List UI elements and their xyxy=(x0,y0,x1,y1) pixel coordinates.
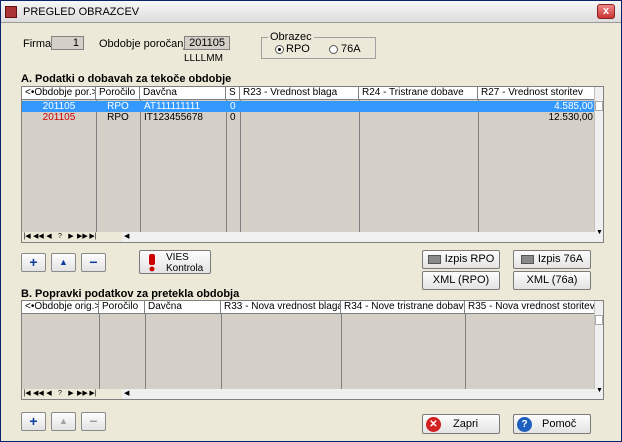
grid-b: <•Obdobje orig.> Poročilo Davčna R33 - N… xyxy=(21,300,604,400)
nav-next-page[interactable]: ▶▶ xyxy=(77,389,88,399)
nav-search[interactable]: ? xyxy=(55,389,65,399)
izpis-rpo-button[interactable]: Izpis RPO xyxy=(422,250,500,269)
nav-prev-page[interactable]: ◀◀ xyxy=(33,232,44,242)
remove-button-b[interactable]: − xyxy=(81,412,106,431)
col-r23[interactable]: R23 - Vrednost blaga xyxy=(240,87,359,100)
error-icon: ✕ xyxy=(426,417,441,432)
nav-next-page[interactable]: ▶▶ xyxy=(77,232,88,242)
printer-icon xyxy=(520,254,534,264)
radio-76a-label: 76A xyxy=(341,43,361,55)
col-r27[interactable]: R27 - Vrednost storitev xyxy=(478,87,595,100)
cell-obdobje: 201105 xyxy=(42,101,76,112)
col-r24[interactable]: R24 - Tristrane dobave xyxy=(359,87,478,100)
nav-last[interactable]: ▶| xyxy=(88,389,98,399)
grid-b-vscroll[interactable]: ▼ xyxy=(594,301,603,399)
help-icon: ? xyxy=(517,417,532,432)
nav-prev-page[interactable]: ◀◀ xyxy=(33,389,44,399)
cell-r27: 12.530,00 xyxy=(548,112,594,123)
cell-obdobje: 201105 xyxy=(42,112,76,123)
add-button-b[interactable]: + xyxy=(21,412,46,431)
warning-icon xyxy=(149,254,155,272)
cell-porocilo: RPO xyxy=(107,101,129,112)
grid-a-header: <•Obdobje por.> Poročilo Davčna S R23 - … xyxy=(22,87,595,100)
remove-button-a[interactable]: − xyxy=(81,253,106,272)
vies-kontrola-button[interactable]: VIES Kontrola xyxy=(139,250,211,274)
app-icon xyxy=(5,6,17,18)
radio-rpo[interactable] xyxy=(275,45,284,54)
vies-label-2: Kontrola xyxy=(166,263,204,274)
xml-76a-button[interactable]: XML (76a) xyxy=(513,271,591,290)
up-button-b[interactable]: ▲ xyxy=(51,412,76,431)
col-obdobje[interactable]: <•Obdobje por.> xyxy=(22,87,96,100)
nav-first[interactable]: |◀ xyxy=(22,389,32,399)
nav-first[interactable]: |◀ xyxy=(22,232,32,242)
cell-s: 0 xyxy=(230,112,236,123)
col-r33[interactable]: R33 - Nova vrednost blaga xyxy=(221,301,341,314)
nav-prev[interactable]: ◀ xyxy=(44,232,54,242)
add-button-a[interactable]: + xyxy=(21,253,46,272)
col-davcna[interactable]: Davčna xyxy=(145,301,221,314)
printer-icon xyxy=(427,254,441,264)
grid-b-hscroll[interactable]: ◀ xyxy=(122,389,595,399)
grid-b-header: <•Obdobje orig.> Poročilo Davčna R33 - N… xyxy=(22,301,595,314)
xml-rpo-button[interactable]: XML (RPO) xyxy=(422,271,500,290)
nav-next[interactable]: ▶ xyxy=(66,389,76,399)
section-b-title: B. Popravki podatkov za pretekla obdobja xyxy=(21,288,240,300)
radio-76a[interactable] xyxy=(329,45,338,54)
firma-label: Firma: xyxy=(23,38,55,50)
cell-r27: 4.585,00 xyxy=(554,101,593,112)
title-bar: PREGLED OBRAZCEV x xyxy=(1,1,621,23)
pomoc-button[interactable]: ? Pomoč xyxy=(513,414,591,434)
radio-rpo-label: RPO xyxy=(286,43,310,55)
section-a-title: A. Podatki o dobavah za tekoče obdobje xyxy=(21,73,232,85)
up-button-a[interactable]: ▲ xyxy=(51,253,76,272)
izpis-76a-button[interactable]: Izpis 76A xyxy=(513,250,591,269)
col-s[interactable]: S xyxy=(226,87,240,100)
cell-davcna: IT123455678 xyxy=(144,112,203,123)
grid-a: <•Obdobje por.> Poročilo Davčna S R23 - … xyxy=(21,86,604,243)
grid-a-vscroll[interactable]: ▼ xyxy=(594,87,603,242)
window-title: PREGLED OBRAZCEV xyxy=(23,6,140,18)
cell-davcna: AT111111111 xyxy=(144,101,201,112)
col-r34[interactable]: R34 - Nove tristrane dobave xyxy=(341,301,465,314)
nav-prev[interactable]: ◀ xyxy=(44,389,54,399)
cell-porocilo: RPO xyxy=(107,112,129,123)
obdobje-format: LLLLMM xyxy=(184,53,223,64)
cell-s: 0 xyxy=(230,101,236,112)
col-r35[interactable]: R35 - Nova vrednost storitev xyxy=(465,301,595,314)
nav-search[interactable]: ? xyxy=(55,232,65,242)
table-row[interactable]: 201105 RPO AT111111111 0 4.585,00 xyxy=(22,101,595,112)
col-porocilo[interactable]: Poročilo xyxy=(96,87,140,100)
table-row[interactable]: 201105 RPO IT123455678 0 12.530,00 xyxy=(22,112,595,123)
col-davcna[interactable]: Davčna xyxy=(140,87,226,100)
obrazec-label: Obrazec xyxy=(268,31,314,43)
main-window: PREGLED OBRAZCEV x Firma: 1 Obdobje poro… xyxy=(0,0,622,442)
col-obdobje-orig[interactable]: <•Obdobje orig.> xyxy=(22,301,99,314)
obdobje-label: Obdobje poročanja: xyxy=(99,38,196,50)
zapri-button[interactable]: ✕ Zapri xyxy=(422,414,500,434)
col-porocilo[interactable]: Poročilo xyxy=(99,301,145,314)
nav-last[interactable]: ▶| xyxy=(88,232,98,242)
nav-next[interactable]: ▶ xyxy=(66,232,76,242)
vies-label-1: VIES xyxy=(166,252,189,263)
grid-b-navigator: |◀ ◀◀ ◀ ? ▶ ▶▶ ▶| xyxy=(22,389,122,399)
grid-a-navigator: |◀ ◀◀ ◀ ? ▶ ▶▶ ▶| xyxy=(22,232,122,242)
obdobje-field[interactable]: 201105 xyxy=(184,36,230,50)
grid-a-hscroll[interactable]: ◀ xyxy=(122,232,595,242)
close-button[interactable]: x xyxy=(597,4,615,19)
firma-field[interactable]: 1 xyxy=(51,36,84,50)
